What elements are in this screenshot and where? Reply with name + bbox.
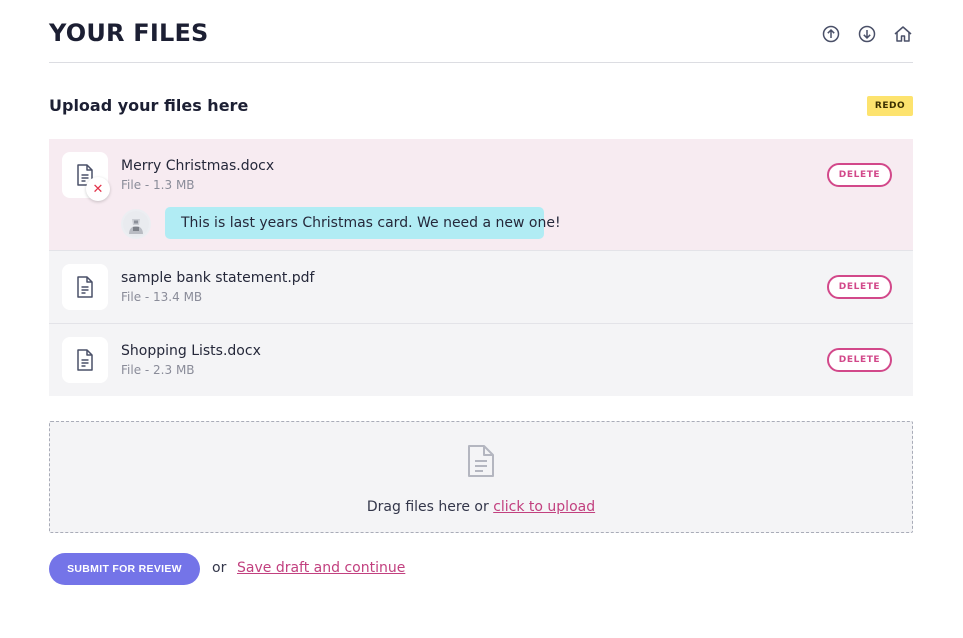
- file-meta: File - 1.3 MB: [121, 178, 195, 192]
- home-icon[interactable]: [893, 24, 913, 44]
- file-dropzone[interactable]: Drag files here or click to upload: [49, 421, 913, 533]
- dropzone-instruction: Drag files here or: [366, 499, 494, 515]
- dropzone-text: Drag files here or click to upload: [50, 499, 912, 515]
- page-title: YOUR FILES: [49, 19, 209, 47]
- file-row: ✕ Merry Christmas.docx File - 1.3 MB DEL…: [49, 139, 913, 251]
- page-header: YOUR FILES: [49, 0, 913, 63]
- file-row: sample bank statement.pdf File - 13.4 MB…: [49, 251, 913, 324]
- save-draft-link[interactable]: Save draft and continue: [237, 560, 405, 576]
- file-list: ✕ Merry Christmas.docx File - 1.3 MB DEL…: [49, 139, 913, 396]
- arrow-up-circle-icon[interactable]: [821, 24, 841, 44]
- document-icon: [62, 264, 108, 310]
- delete-button[interactable]: DELETE: [827, 163, 892, 187]
- comment-bubble: This is last years Christmas card. We ne…: [165, 207, 561, 239]
- document-icon: [467, 444, 495, 482]
- file-name: Merry Christmas.docx: [121, 158, 275, 174]
- delete-button[interactable]: DELETE: [827, 348, 892, 372]
- avatar: [121, 209, 151, 239]
- redo-badge[interactable]: REDO: [867, 96, 913, 116]
- file-row: Shopping Lists.docx File - 2.3 MB DELETE: [49, 324, 913, 396]
- rejected-status-icon: ✕: [86, 177, 110, 201]
- document-icon: [62, 337, 108, 383]
- click-to-upload-link[interactable]: click to upload: [493, 499, 595, 515]
- delete-button[interactable]: DELETE: [827, 275, 892, 299]
- arrow-down-circle-icon[interactable]: [857, 24, 877, 44]
- file-name: sample bank statement.pdf: [121, 270, 315, 286]
- header-actions: [821, 24, 913, 44]
- file-meta: File - 13.4 MB: [121, 290, 203, 304]
- submit-for-review-button[interactable]: SUBMIT FOR REVIEW: [49, 553, 200, 585]
- or-separator: or: [212, 560, 227, 576]
- upload-section-title: Upload your files here: [49, 96, 249, 115]
- file-meta: File - 2.3 MB: [121, 363, 195, 377]
- file-name: Shopping Lists.docx: [121, 343, 261, 359]
